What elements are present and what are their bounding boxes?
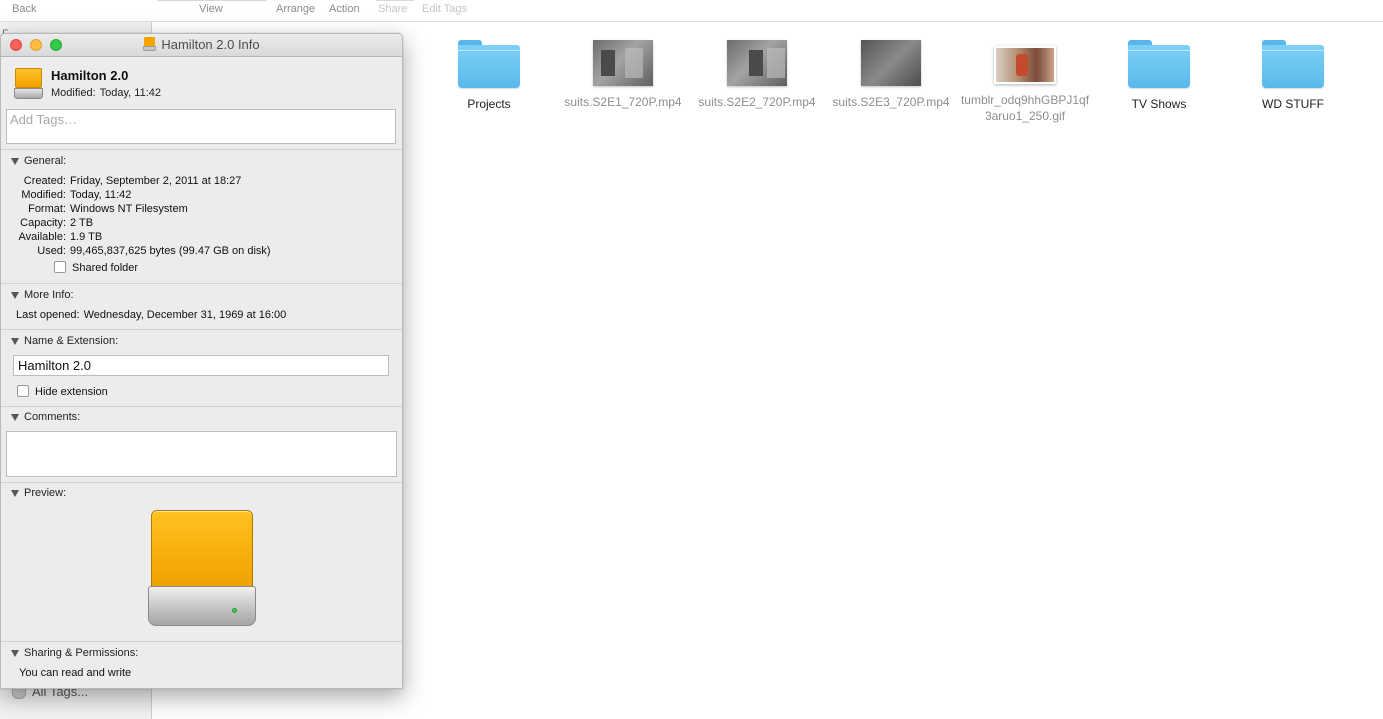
shared-folder-row[interactable]: Shared folder	[54, 261, 138, 274]
divider	[1, 406, 402, 407]
video-thumbnail-icon	[727, 40, 787, 86]
modified-row: Modified: Today, 11:42	[1, 189, 131, 201]
tags-input[interactable]: Add Tags…	[6, 109, 396, 144]
disclosure-triangle-icon	[11, 489, 19, 497]
file-item-video[interactable]: suits.S2E2_720P.mp4	[690, 38, 824, 110]
file-item-video[interactable]: suits.S2E3_720P.mp4	[824, 38, 958, 110]
window-title: Hamilton 2.0 Info	[1, 37, 402, 52]
section-preview-header: Preview:	[24, 487, 67, 499]
last-opened-value: Wednesday, December 31, 1969 at 16:00	[83, 309, 287, 321]
finder-toolbar: Back View Arrange Action Share Edit Tags	[0, 0, 1383, 22]
capacity-row: Capacity: 2 TB	[1, 217, 93, 229]
last-opened-row: Last opened: Wednesday, December 31, 1969…	[16, 309, 286, 321]
section-general-header: General:	[24, 155, 67, 167]
modified-label: Modified:	[21, 189, 66, 201]
name-input[interactable]: Hamilton 2.0	[13, 355, 389, 376]
file-item-video[interactable]: suits.S2E1_720P.mp4	[556, 38, 690, 110]
info-window: Hamilton 2.0 Info Hamilton 2.0 Modified:…	[0, 33, 403, 689]
disclosure-triangle-icon	[11, 291, 19, 299]
modified-label: Modified:	[51, 87, 96, 99]
disclosure-triangle-icon	[11, 337, 19, 345]
back-button[interactable]: Back	[12, 3, 36, 15]
item-name: Hamilton 2.0	[51, 68, 129, 83]
file-name: TV Shows	[1131, 97, 1187, 111]
section-comments-toggle[interactable]: Comments:	[11, 411, 80, 423]
file-item-wd-stuff[interactable]: WD STUFF	[1226, 38, 1360, 112]
hide-extension-row[interactable]: Hide extension	[17, 385, 108, 398]
used-value: 99,465,837,625 bytes (99.47 GB on disk)	[70, 245, 271, 257]
created-row: Created: Friday, September 2, 2011 at 18:…	[1, 175, 242, 187]
section-sharing-toggle[interactable]: Sharing & Permissions:	[11, 647, 138, 659]
arrange-button[interactable]: Arrange	[276, 3, 315, 15]
file-name: WD STUFF	[1262, 97, 1324, 111]
item-modified: Modified: Today, 11:42	[51, 87, 161, 99]
image-thumbnail-icon	[994, 46, 1056, 84]
disclosure-triangle-icon	[11, 157, 19, 165]
disclosure-triangle-icon	[11, 649, 19, 657]
available-label: Available:	[18, 231, 67, 243]
window-title-text: Hamilton 2.0 Info	[161, 37, 260, 52]
divider	[1, 482, 402, 483]
file-name: suits.S2E1_720P.mp4	[564, 95, 682, 109]
available-value: 1.9 TB	[70, 231, 103, 243]
section-more-info-toggle[interactable]: More Info:	[11, 289, 74, 301]
permissions-text: You can read and write	[19, 667, 132, 679]
section-more-info-header: More Info:	[24, 289, 74, 301]
shared-folder-label: Shared folder	[72, 262, 139, 274]
divider	[1, 329, 402, 330]
share-button[interactable]: Share	[378, 3, 407, 15]
external-drive-preview-icon	[148, 510, 256, 630]
toolbar-divider	[157, 0, 267, 1]
file-name: tumblr_odq9hhGBPJ1qf3aruo1_250.gif	[960, 93, 1090, 123]
comments-textarea[interactable]	[6, 431, 397, 477]
file-name: Projects	[467, 97, 511, 111]
shared-folder-checkbox[interactable]	[54, 261, 66, 273]
folder-icon	[1262, 38, 1324, 88]
file-item-gif[interactable]: tumblr_odq9hhGBPJ1qf3aruo1_250.gif	[958, 38, 1092, 124]
folder-icon	[1128, 38, 1190, 88]
divider	[1, 641, 402, 642]
window-titlebar[interactable]: Hamilton 2.0 Info	[1, 34, 402, 57]
section-sharing-header: Sharing & Permissions:	[24, 647, 139, 659]
video-thumbnail-icon	[861, 40, 921, 86]
format-value: Windows NT Filesystem	[70, 203, 188, 215]
drive-icon	[143, 37, 157, 51]
disclosure-triangle-icon	[11, 413, 19, 421]
edit-tags-button[interactable]: Edit Tags	[422, 3, 467, 15]
external-drive-icon	[14, 68, 43, 100]
used-label: Used:	[37, 245, 66, 257]
video-thumbnail-icon	[593, 40, 653, 86]
created-value: Friday, September 2, 2011 at 18:27	[70, 175, 242, 187]
file-item-tv-shows[interactable]: TV Shows	[1092, 38, 1226, 112]
tags-placeholder: Add Tags…	[10, 112, 77, 127]
format-row: Format: Windows NT Filesystem	[1, 203, 188, 215]
divider	[1, 283, 402, 284]
name-input-value: Hamilton 2.0	[18, 358, 91, 373]
file-name: suits.S2E2_720P.mp4	[698, 95, 816, 109]
capacity-label: Capacity:	[20, 217, 66, 229]
modified-value: Today, 11:42	[99, 87, 161, 99]
used-row: Used: 99,465,837,625 bytes (99.47 GB on d…	[1, 245, 271, 257]
section-preview-toggle[interactable]: Preview:	[11, 487, 66, 499]
format-label: Format:	[28, 203, 66, 215]
section-name-extension-toggle[interactable]: Name & Extension:	[11, 335, 118, 347]
section-general-toggle[interactable]: General:	[11, 155, 66, 167]
hide-extension-label: Hide extension	[35, 386, 108, 398]
created-label: Created:	[23, 175, 66, 187]
hide-extension-checkbox[interactable]	[17, 385, 29, 397]
last-opened-label: Last opened:	[16, 309, 80, 321]
folder-icon	[458, 38, 520, 88]
file-item-projects[interactable]: Projects	[422, 38, 556, 112]
divider	[1, 149, 402, 150]
file-name: suits.S2E3_720P.mp4	[832, 95, 950, 109]
toolbar-divider	[376, 0, 414, 1]
modified-value: Today, 11:42	[70, 189, 132, 201]
action-button[interactable]: Action	[329, 3, 360, 15]
section-comments-header: Comments:	[24, 411, 81, 423]
capacity-value: 2 TB	[70, 217, 94, 229]
view-button[interactable]: View	[199, 3, 223, 15]
available-row: Available: 1.9 TB	[1, 231, 103, 243]
section-name-extension-header: Name & Extension:	[24, 335, 119, 347]
